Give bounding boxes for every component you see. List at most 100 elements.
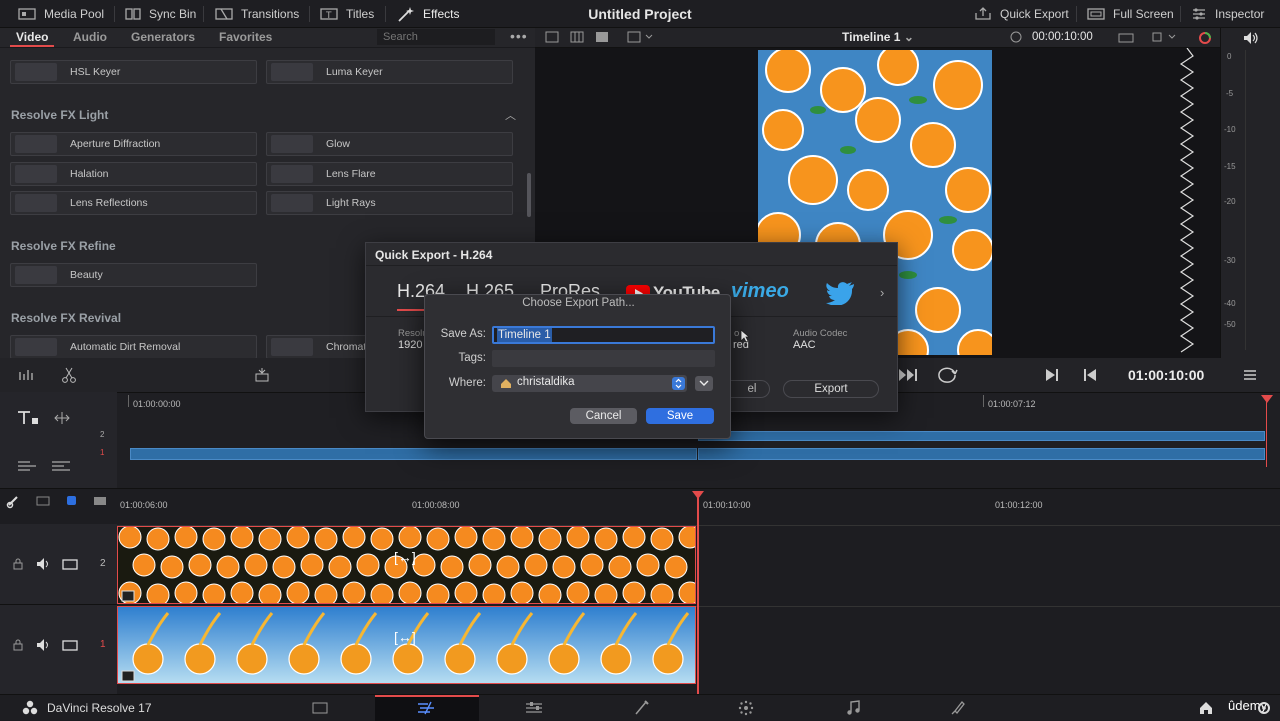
zoom-icon[interactable]: [93, 495, 107, 507]
top-toolbar: Media Pool Sync Bin Transitions T Titles…: [0, 0, 1280, 28]
davinci-logo-icon: [22, 700, 38, 716]
edit-page-icon: [416, 701, 438, 715]
effect-tile-light-rays[interactable]: Light Rays: [266, 191, 513, 215]
full-screen-label: Full Screen: [1113, 7, 1174, 21]
full-screen-button[interactable]: Full Screen: [1087, 0, 1174, 28]
meter-tick: -30: [1224, 256, 1236, 265]
track-number: 1: [100, 448, 105, 457]
flag-marker-icon[interactable]: [66, 495, 78, 507]
fusion-page-icon[interactable]: [524, 701, 544, 715]
meter-tick: -10: [1224, 125, 1236, 134]
track-1-lock-icon[interactable]: [12, 639, 24, 651]
viewer-layout-icon[interactable]: [545, 31, 559, 43]
snapping-icon[interactable]: [36, 495, 50, 507]
effect-tile-lens-reflections[interactable]: Lens Reflections: [10, 191, 257, 215]
viewer-transform-icon[interactable]: [1150, 31, 1178, 43]
effect-tile-halation[interactable]: Halation: [10, 162, 257, 186]
effect-tile-hsl-keyer[interactable]: HSL Keyer: [10, 60, 257, 84]
deliver-page-icon[interactable]: [950, 700, 966, 716]
lower-playhead-marker[interactable]: [692, 491, 704, 501]
effect-tile-luma-keyer[interactable]: Luma Keyer: [266, 60, 513, 84]
track-2-video-icon[interactable]: [62, 559, 78, 571]
upper-clip-track-1a[interactable]: [130, 448, 697, 460]
track-1-video-icon[interactable]: [62, 640, 78, 652]
timeline-name-dropdown[interactable]: Timeline 1 ⌄: [842, 30, 914, 44]
timeline-clip-track-2[interactable]: [↔]: [117, 526, 696, 604]
ruler-timecode: 01:00:08:00: [412, 500, 460, 510]
upper-clip-track-2[interactable]: [698, 431, 1265, 441]
effect-tile-automatic-dirt-removal[interactable]: Automatic Dirt Removal: [10, 335, 257, 359]
effect-tile-aperture-diffraction[interactable]: Aperture Diffraction: [10, 132, 257, 156]
save-as-input[interactable]: Timeline 1: [492, 326, 715, 344]
music-page-icon[interactable]: [845, 700, 861, 716]
twitter-bird-icon[interactable]: [826, 281, 856, 305]
loop-icon[interactable]: [935, 367, 959, 383]
track-1-audio-icon[interactable]: [36, 638, 52, 652]
luma-keyer-thumbnail: [271, 63, 313, 81]
section-resolve-fx-light[interactable]: Resolve FX Light: [11, 108, 108, 122]
effects-scrollbar[interactable]: [527, 173, 531, 217]
viewer-options-icon[interactable]: [627, 31, 655, 43]
fast-forward-icon[interactable]: [898, 368, 920, 382]
timeline-clip-track-1[interactable]: [↔]: [117, 606, 696, 684]
section-resolve-fx-revival[interactable]: Resolve FX Revival: [11, 311, 121, 325]
more-options-icon[interactable]: •••: [510, 28, 528, 44]
tags-input[interactable]: [492, 350, 715, 367]
color-wheel-icon[interactable]: [1198, 31, 1212, 45]
scissors-icon[interactable]: [62, 367, 76, 383]
effect-tile-glow[interactable]: Glow: [266, 132, 513, 156]
section-resolve-fx-refine[interactable]: Resolve FX Refine: [11, 239, 116, 253]
tab-audio[interactable]: Audio: [73, 30, 107, 44]
tab-favorites[interactable]: Favorites: [219, 30, 272, 44]
upper-playhead[interactable]: [1266, 397, 1267, 467]
next-presets-chevron-icon[interactable]: ›: [880, 285, 884, 300]
inspector-button[interactable]: Inspector: [1191, 0, 1264, 28]
speaker-icon[interactable]: [1243, 31, 1259, 45]
audio-meter-panel: 0 -5 -10 -15 -20 -30 -40 -50: [1220, 28, 1280, 358]
inspector-icon: [1191, 7, 1207, 21]
link-icon[interactable]: [6, 495, 22, 509]
ruler-timecode: 01:00:06:00: [120, 500, 168, 510]
lower-playhead[interactable]: [697, 495, 699, 695]
effects-search-input[interactable]: [377, 29, 495, 45]
vimeo-preset[interactable]: vimeo: [731, 280, 789, 303]
track-number: 1: [100, 639, 106, 650]
home-icon[interactable]: [1198, 700, 1214, 716]
cut-page-tab[interactable]: [375, 695, 479, 721]
next-frame-icon[interactable]: [1045, 368, 1059, 382]
upper-playhead-marker[interactable]: [1261, 395, 1273, 405]
media-page-icon[interactable]: [312, 702, 328, 714]
tab-video[interactable]: Video: [16, 30, 48, 44]
ruler-timecode: 01:00:10:00: [703, 500, 751, 510]
expand-browser-button[interactable]: [695, 376, 713, 391]
viewer-clips-icon[interactable]: [595, 31, 609, 43]
viewer-grid-icon[interactable]: [570, 31, 584, 43]
settings-gear-icon[interactable]: [1256, 700, 1272, 716]
ruler-timecode: 01:00:12:00: [995, 500, 1043, 510]
overwrite-tool-icon[interactable]: [16, 458, 38, 474]
menu-icon[interactable]: [1243, 369, 1257, 381]
fairlight-page-icon[interactable]: [738, 700, 754, 716]
video-label-fragment: o: [734, 328, 740, 339]
track-2-audio-icon[interactable]: [36, 557, 52, 571]
where-location-select[interactable]: christaldika: [492, 375, 687, 392]
color-page-icon[interactable]: [633, 700, 649, 716]
save-button[interactable]: Save: [646, 408, 714, 424]
collapse-chevron-icon[interactable]: ︿: [505, 107, 516, 123]
track-title-tool-icon[interactable]: [16, 410, 40, 426]
cancel-button[interactable]: Cancel: [570, 408, 637, 424]
track-2-lock-icon[interactable]: [12, 558, 24, 570]
insert-clip-icon[interactable]: [255, 367, 269, 383]
replace-tool-icon[interactable]: [50, 458, 72, 474]
ripple-tool-icon[interactable]: [52, 410, 72, 426]
timecode-clock-icon: [1009, 31, 1023, 43]
trim-tool-icon[interactable]: [18, 368, 42, 382]
previous-frame-icon[interactable]: [1083, 368, 1097, 382]
export-button[interactable]: Export: [783, 380, 879, 398]
upper-clip-track-1b[interactable]: [698, 448, 1265, 460]
quick-export-button[interactable]: Quick Export: [974, 0, 1069, 28]
effect-tile-beauty[interactable]: Beauty: [10, 263, 257, 287]
effect-tile-lens-flare[interactable]: Lens Flare: [266, 162, 513, 186]
viewer-camera-icon[interactable]: [1118, 31, 1134, 43]
tab-generators[interactable]: Generators: [131, 30, 195, 44]
